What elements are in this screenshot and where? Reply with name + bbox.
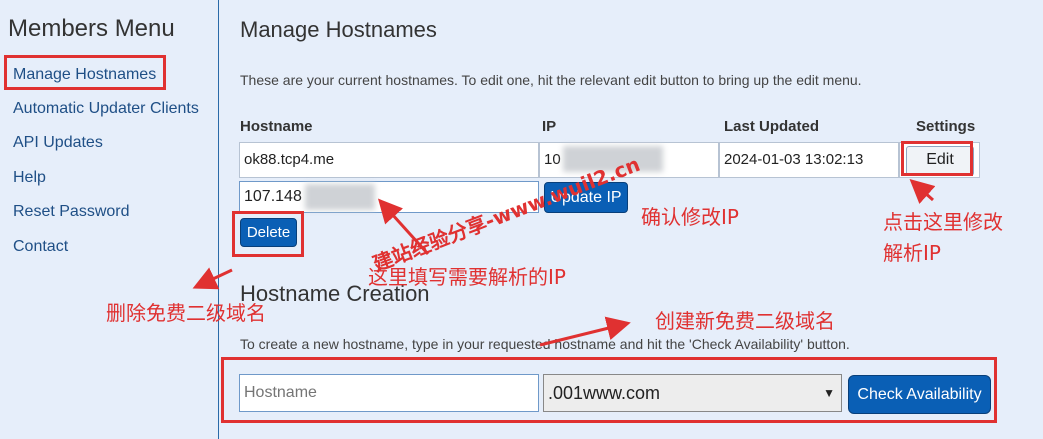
arrow-to-edit bbox=[909, 178, 936, 204]
arrow-to-creation bbox=[539, 316, 631, 347]
annotation-arrows bbox=[192, 178, 936, 347]
arrow-to-ip-input bbox=[377, 198, 430, 256]
arrow-to-delete bbox=[192, 267, 233, 290]
